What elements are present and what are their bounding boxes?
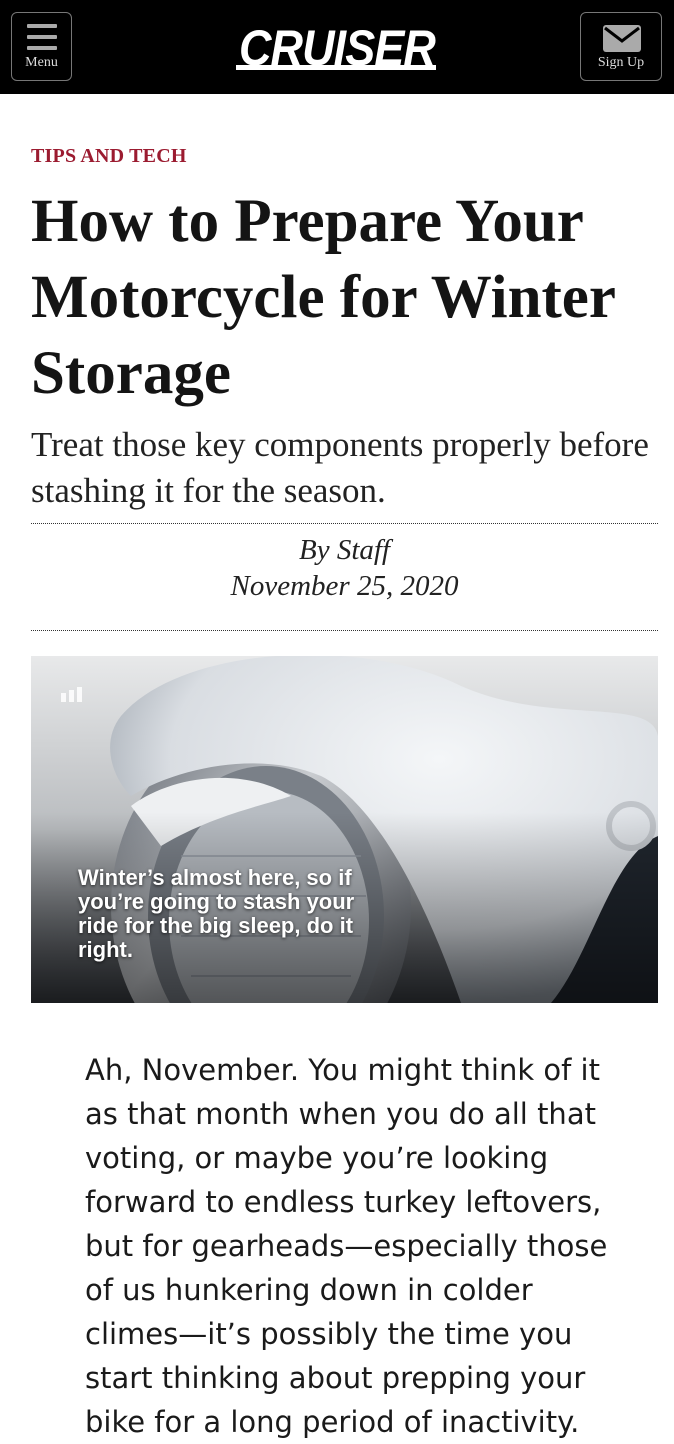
signal-bars-icon <box>61 687 82 702</box>
signup-label: Sign Up <box>597 55 645 70</box>
hero-caption: Winter’s almost here, so if you’re going… <box>78 865 355 962</box>
cruiser-logo[interactable]: CRUISER <box>232 20 442 75</box>
article-subtitle: Treat those key components properly befo… <box>31 425 649 510</box>
hero-image[interactable]: Winter’s almost here, so if you’re going… <box>31 656 658 1003</box>
article-byline[interactable]: By Staff <box>31 534 658 567</box>
envelope-icon <box>603 25 641 52</box>
menu-button[interactable]: Menu <box>11 12 72 81</box>
article-body-paragraph: Ah, November. You might think of it as t… <box>85 1053 608 1439</box>
divider <box>31 523 658 524</box>
article-category-link[interactable]: TIPS AND TECH <box>31 145 187 168</box>
hamburger-icon <box>27 24 57 50</box>
site-header: Menu CRUISER Sign Up <box>0 0 674 94</box>
menu-label: Menu <box>25 55 58 70</box>
signup-button[interactable]: Sign Up <box>580 12 662 81</box>
article-title: How to Prepare Your Motorcycle for Winte… <box>31 188 615 407</box>
divider <box>31 630 658 631</box>
article-date: November 25, 2020 <box>230 570 459 602</box>
